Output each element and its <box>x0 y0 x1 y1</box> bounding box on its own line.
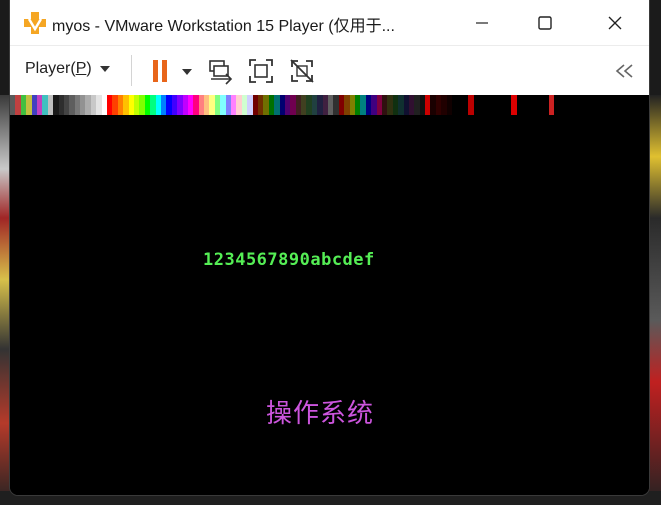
close-button[interactable] <box>592 0 638 45</box>
chevron-down-icon <box>99 66 110 72</box>
vmware-icon <box>24 12 46 34</box>
unity-icon[interactable] <box>288 57 316 85</box>
window-title: myos - VMware Workstation 15 Player (仅用于… <box>52 18 395 35</box>
close-icon <box>608 16 622 29</box>
maximize-button[interactable] <box>522 0 568 45</box>
player-toolbar: Player(P) <box>10 45 649 95</box>
vm-display[interactable]: 1234567890abcdef 操作系统 <box>10 95 649 495</box>
player-menu-accelerator: P <box>75 60 87 77</box>
minimize-icon <box>476 21 488 24</box>
vga-palette-strip <box>10 95 555 115</box>
vm-os-name: 操作系统 <box>266 399 375 429</box>
maximize-icon <box>538 15 552 30</box>
minimize-button[interactable] <box>459 0 505 45</box>
pause-dropdown-chevron-icon[interactable] <box>181 68 193 76</box>
player-menu[interactable]: Player(P) <box>25 60 110 78</box>
title-bar[interactable]: myos - VMware Workstation 15 Player (仅用于… <box>10 0 649 45</box>
vm-hex-text: 1234567890abcdef <box>203 250 375 270</box>
toolbar-separator <box>131 55 132 86</box>
vmware-player-window: myos - VMware Workstation 15 Player (仅用于… <box>10 0 649 495</box>
send-ctrl-alt-del-icon[interactable] <box>207 57 235 85</box>
desktop-background-left <box>0 95 10 505</box>
player-menu-suffix: ) <box>86 60 92 77</box>
pause-icon[interactable] <box>147 57 175 85</box>
desktop-background-right <box>649 95 661 505</box>
palette-swatch <box>549 95 555 115</box>
full-screen-icon[interactable] <box>247 57 275 85</box>
collapse-toolbar-icon[interactable] <box>614 61 636 81</box>
player-menu-prefix: Player( <box>25 60 76 77</box>
